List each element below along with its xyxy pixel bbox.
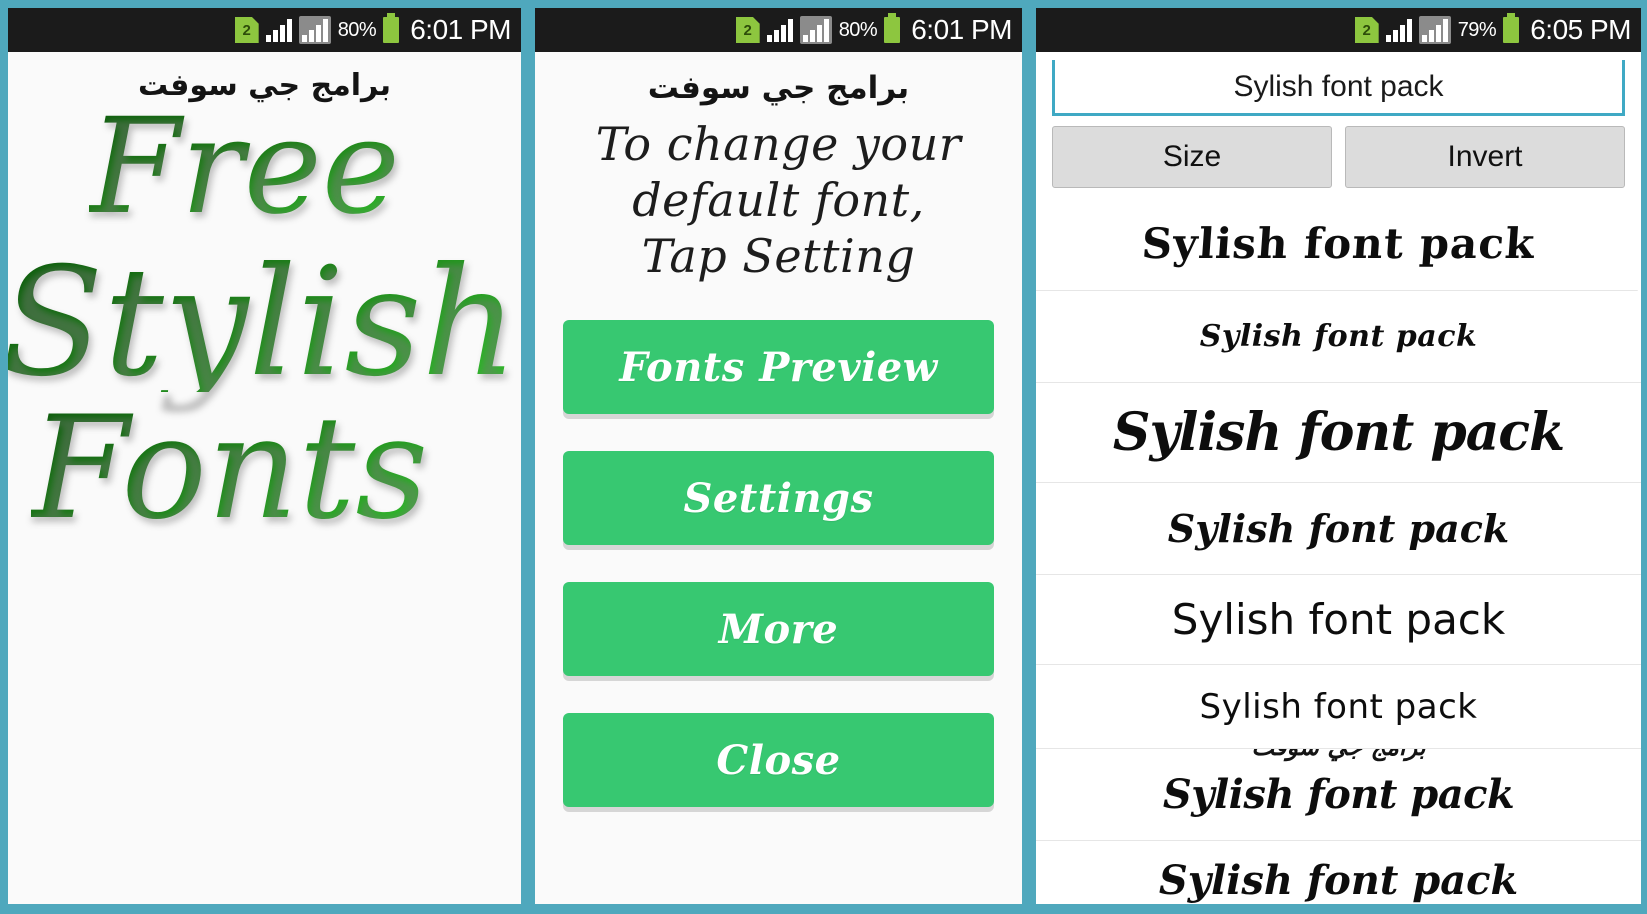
panel-main-menu: 2 80% 6:01 PM برامج جي سوفت To change yo… — [535, 8, 1022, 904]
battery-percent-label: 80% — [838, 18, 878, 41]
signal-bars-icon — [1385, 18, 1412, 42]
splash-content: برامج جي سوفت Free Stylish Fonts — [8, 52, 521, 904]
font-list[interactable]: Sylish font pack Sylish font pack Sylish… — [1036, 196, 1641, 904]
list-item[interactable]: Sylish font pack — [1036, 483, 1641, 575]
signal-bars-boxed-icon — [298, 16, 331, 44]
size-button[interactable]: Size — [1052, 126, 1332, 188]
statusbar-panel1: 2 80% 6:01 PM — [8, 8, 521, 52]
fonts-preview-button[interactable]: Fonts Preview — [563, 320, 994, 415]
list-item-label: Sylish font pack — [1162, 771, 1515, 818]
battery-percent-label: 79% — [1457, 18, 1497, 41]
menu-button-stack: Fonts Preview Settings More Close — [563, 320, 994, 808]
art-word-stylish: Stylish — [8, 248, 518, 398]
sim-badge-icon: 2 — [234, 17, 259, 43]
three-panel-screenshot-collage: 2 80% 6:01 PM برامج جي سوفت Free Stylish… — [0, 0, 1647, 914]
battery-icon — [884, 13, 901, 43]
list-item[interactable]: Sylish font pack — [1036, 665, 1641, 749]
preview-text-field-wrap — [1036, 52, 1641, 116]
more-button[interactable]: More — [563, 582, 994, 677]
settings-button[interactable]: Settings — [563, 451, 994, 546]
invert-button[interactable]: Invert — [1345, 126, 1625, 188]
battery-icon — [1503, 13, 1520, 43]
battery-icon — [383, 13, 400, 43]
list-item[interactable]: برامج جي سوفت Sylish font pack — [1036, 749, 1641, 841]
instruction-line-1: To change your default font, — [595, 117, 962, 228]
battery-percent-label: 80% — [337, 18, 377, 41]
clock-label: 6:01 PM — [410, 14, 511, 45]
font-preview-content: Size Invert Sylish font pack Sylish font… — [1036, 52, 1641, 904]
sim-badge-icon: 2 — [1354, 17, 1379, 43]
clock-label: 6:05 PM — [1530, 14, 1631, 45]
instruction-line-2: Tap Setting — [641, 229, 916, 284]
signal-bars-icon — [265, 18, 292, 42]
statusbar-panel2: 2 80% 6:01 PM — [535, 8, 1022, 52]
close-button[interactable]: Close — [563, 713, 994, 808]
panel-font-preview-list: 2 79% 6:05 PM Size Invert Sylish font pa… — [1036, 8, 1641, 904]
list-item[interactable]: Sylish font pack — [1036, 291, 1641, 383]
panel-splash-screen: 2 80% 6:01 PM برامج جي سوفت Free Stylish… — [8, 8, 521, 904]
signal-bars-boxed-icon — [1418, 16, 1451, 44]
list-item[interactable]: Sylish font pack — [1036, 575, 1641, 665]
list-item[interactable]: Sylish font pack — [1036, 841, 1641, 904]
preview-toolbar: Size Invert — [1036, 116, 1641, 196]
preview-text-input[interactable] — [1052, 60, 1625, 116]
art-word-fonts: Fonts — [30, 386, 429, 552]
statusbar-panel3: 2 79% 6:05 PM — [1036, 8, 1641, 52]
clock-label: 6:01 PM — [911, 14, 1012, 45]
main-menu-content: برامج جي سوفت To change your default fon… — [535, 52, 1022, 904]
art-word-free: Free — [89, 90, 400, 244]
sim-badge-icon: 2 — [735, 17, 760, 43]
list-item[interactable]: Sylish font pack — [1036, 383, 1641, 483]
signal-bars-icon — [766, 18, 793, 42]
app-brand-arabic: برامج جي سوفت — [647, 70, 910, 106]
brand-arabic-overlay: برامج جي سوفت — [1036, 749, 1641, 761]
signal-bars-boxed-icon — [799, 16, 832, 44]
list-item[interactable]: Sylish font pack — [1036, 196, 1641, 291]
instruction-text: To change your default font, Tap Setting — [563, 116, 994, 284]
